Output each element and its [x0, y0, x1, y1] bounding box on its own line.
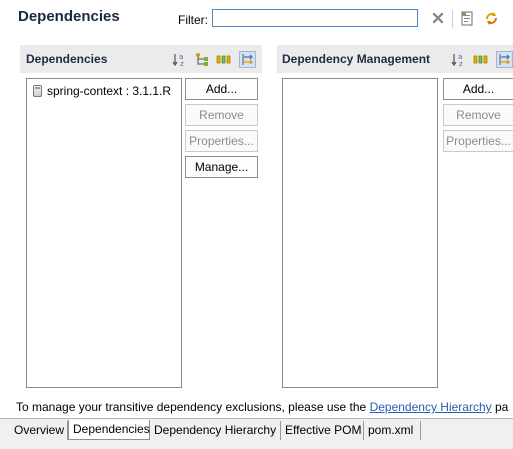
header-separator	[452, 10, 453, 28]
list-item[interactable]: spring-context : 3.1.1.R	[33, 83, 171, 99]
remove-dependency-button[interactable]: Remove	[185, 104, 258, 126]
filter-toggle-icon[interactable]	[496, 51, 513, 68]
editor-tabs: Overview Dependencies Dependency Hierarc…	[0, 418, 513, 449]
manage-dependencies-button[interactable]: Manage...	[185, 156, 258, 178]
filter-input[interactable]	[212, 9, 418, 27]
dependencies-list[interactable]: spring-context : 3.1.1.R	[26, 78, 182, 388]
dependency-management-panel-header: Dependency Management az	[277, 45, 513, 73]
dependency-hierarchy-link[interactable]: Dependency Hierarchy	[370, 400, 492, 414]
managed-dependency-properties-button[interactable]: Properties...	[443, 130, 513, 152]
add-dependency-button[interactable]: Add...	[185, 78, 258, 100]
dependency-label: spring-context : 3.1.1.R	[47, 84, 172, 98]
open-pom-icon[interactable]	[459, 10, 475, 26]
info-text-suffix: pa	[491, 400, 509, 414]
tab-dependency-hierarchy[interactable]: Dependency Hierarchy	[150, 421, 281, 440]
show-groupid-icon[interactable]	[472, 51, 489, 68]
svg-text:z: z	[459, 60, 463, 67]
jar-icon	[33, 85, 42, 97]
add-managed-dependency-button[interactable]: Add...	[443, 78, 513, 100]
dependencies-panel-header: Dependencies az	[20, 45, 262, 73]
hierarchy-icon[interactable]	[193, 51, 210, 68]
dependency-management-list[interactable]	[282, 78, 438, 388]
remove-managed-dependency-button[interactable]: Remove	[443, 104, 513, 126]
svg-text:z: z	[180, 60, 184, 67]
info-text-prefix: To manage your transitive dependency exc…	[16, 400, 370, 414]
show-groupid-icon[interactable]	[215, 51, 232, 68]
tab-effective-pom[interactable]: Effective POM	[281, 421, 364, 440]
filter-label: Filter:	[178, 13, 208, 27]
filter-toggle-icon[interactable]	[239, 51, 256, 68]
dependencies-panel-title: Dependencies	[26, 52, 108, 66]
clear-filter-icon[interactable]	[430, 10, 446, 26]
editor-header: Dependencies Filter:	[0, 0, 513, 40]
tab-overview[interactable]: Overview	[10, 421, 68, 440]
dependency-management-panel-title: Dependency Management	[282, 52, 431, 66]
sort-icon[interactable]: az	[450, 51, 467, 68]
refresh-icon[interactable]	[483, 10, 499, 26]
tab-dependencies[interactable]: Dependencies	[68, 420, 150, 440]
dependency-properties-button[interactable]: Properties...	[185, 130, 258, 152]
page-title: Dependencies	[18, 8, 120, 25]
exclusions-info-text: To manage your transitive dependency exc…	[16, 400, 508, 414]
tab-pom-xml[interactable]: pom.xml	[364, 421, 421, 440]
sort-icon[interactable]: az	[171, 51, 188, 68]
